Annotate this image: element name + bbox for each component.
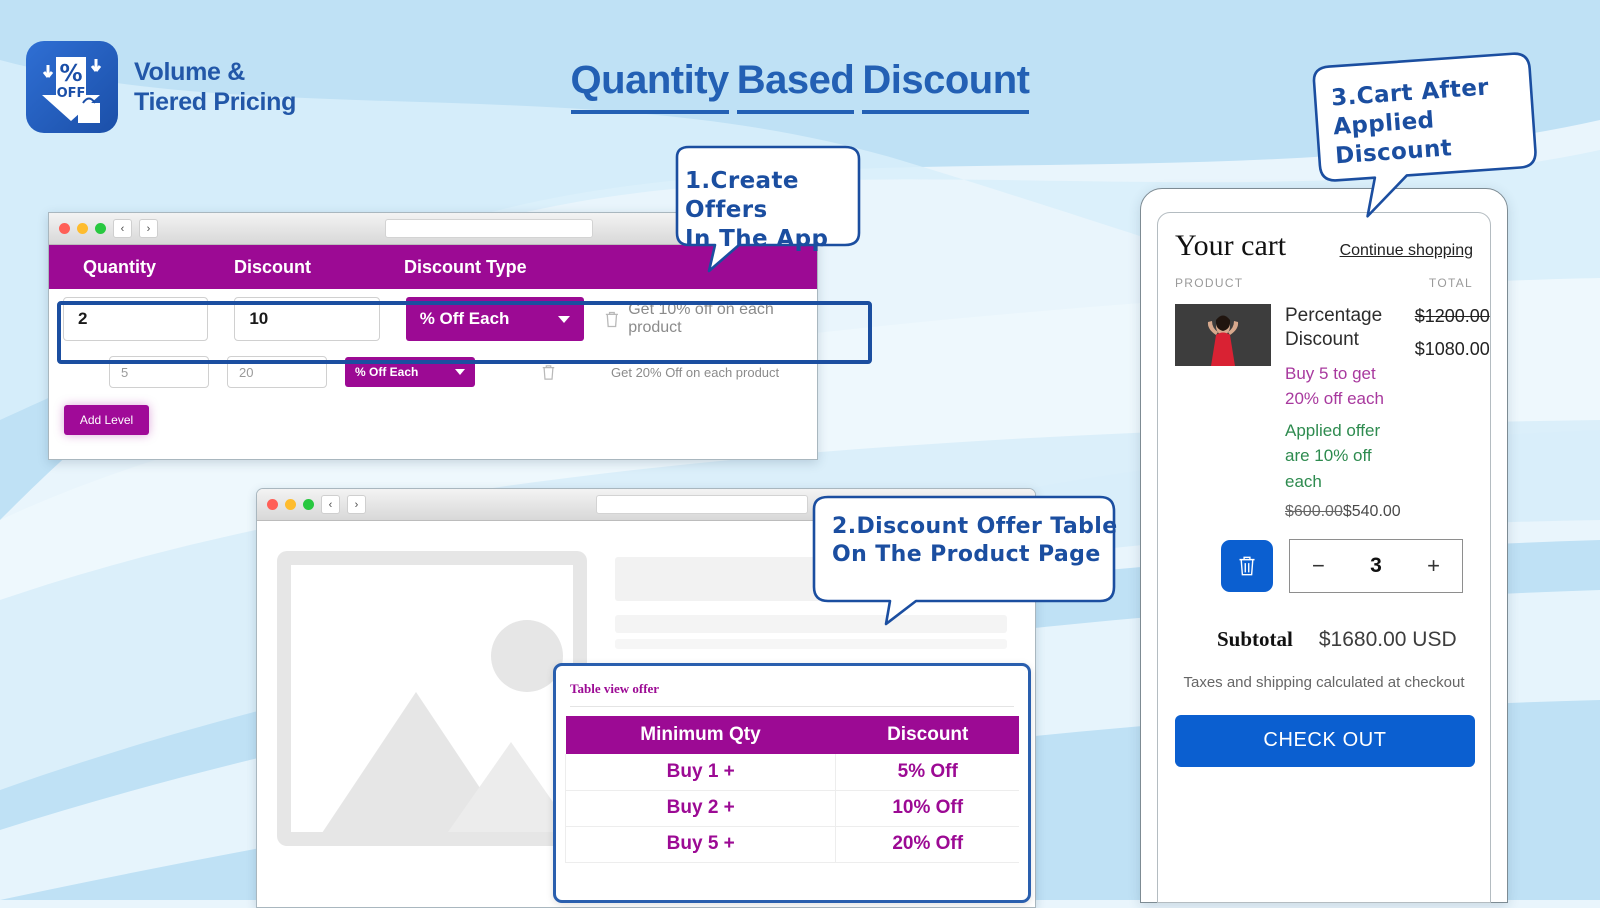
title-word-2: Based (736, 58, 855, 114)
column-header-discount: Discount (835, 716, 1019, 754)
cell-discount: 20% Off (835, 826, 1019, 863)
cart-item-applied-text: Applied offer are 10% off each (1285, 420, 1381, 491)
add-level-button[interactable]: Add Level (64, 405, 149, 435)
offer-level-row: 5 20 % Off Each Get 20% Off on each prod… (49, 349, 817, 395)
column-header-total: TOTAL (1428, 276, 1473, 290)
cart-title: Your cart (1175, 229, 1287, 262)
cart-subtotal-row: Subtotal $1680.00 USD (1175, 627, 1473, 652)
back-nav-icon[interactable]: ‹ (113, 219, 132, 238)
table-row: Buy 2 + 10% Off (564, 790, 1019, 827)
level-hint-group: Get 10% off on each product (604, 301, 817, 337)
trash-icon[interactable] (604, 310, 620, 329)
discount-input[interactable]: 20 (227, 356, 327, 388)
callout-cart-after-discount: 3.Cart After Applied Discount (1307, 44, 1546, 225)
offer-card-title: Table view offer (570, 681, 660, 696)
discount-type-value: % Off Each (419, 309, 510, 328)
discount-type-select[interactable]: % Off Each (405, 297, 585, 341)
cell-qty: Buy 5 + (564, 826, 837, 863)
quantity-input[interactable]: 5 (109, 356, 209, 388)
close-window-dot[interactable] (267, 499, 278, 510)
chevron-down-icon (558, 315, 571, 323)
product-image-placeholder-icon (277, 551, 587, 846)
close-window-dot[interactable] (59, 223, 70, 234)
cart-item-details: Percentage Discount Buy 5 to get 20% off… (1285, 304, 1401, 525)
maximize-window-dot[interactable] (303, 499, 314, 510)
minimize-window-dot[interactable] (285, 499, 296, 510)
unit-price-new: $540.00 (1342, 503, 1401, 520)
table-view-offer-card: Table view offer Minimum Qty Discount Bu… (553, 663, 1031, 903)
line-total-old: $1200.00 (1414, 306, 1490, 326)
cart-quantity-row: − 3 + (1175, 538, 1473, 593)
column-header-quantity: Quantity (83, 256, 157, 277)
callout-text: 1.Create Offers In The App (685, 168, 829, 252)
back-nav-icon[interactable]: ‹ (321, 495, 340, 514)
offer-level-row: 2 10 % Off Each Get 10% off on each prod… (49, 289, 817, 349)
quantity-decrement-button[interactable]: − (1312, 553, 1325, 579)
level-hint-group: Get 20% Off on each product (541, 364, 779, 381)
table-header-row: Minimum Qty Discount (565, 716, 1019, 754)
level-hint-text: Get 10% off on each product (628, 301, 774, 336)
cell-qty: Buy 1 + (564, 754, 837, 791)
subtotal-label: Subtotal (1217, 626, 1293, 651)
minimize-window-dot[interactable] (77, 223, 88, 234)
product-thumbnail[interactable] (1175, 304, 1271, 366)
trash-icon (1239, 556, 1255, 575)
cart-item-name: Percentage Discount (1285, 305, 1383, 350)
line-total-new: $1080.00 (1414, 339, 1490, 359)
continue-shopping-link[interactable]: Continue shopping (1340, 242, 1473, 260)
checkout-button[interactable]: CHECK OUT (1175, 714, 1475, 767)
column-header-minimum-qty: Minimum Qty (565, 716, 837, 754)
discount-type-value: % Off Each (355, 365, 419, 379)
cart-line-item: Percentage Discount Buy 5 to get 20% off… (1175, 304, 1490, 525)
table-row: Buy 5 + 20% Off (564, 826, 1019, 863)
quantity-increment-button[interactable]: + (1427, 553, 1440, 579)
table-row: Buy 1 + 5% Off (564, 754, 1019, 791)
subtotal-value: $1680.00 USD (1318, 627, 1457, 651)
skeleton-line (615, 639, 1007, 649)
column-header-discount: Discount (234, 256, 312, 277)
cell-discount: 5% Off (835, 754, 1019, 791)
callout-text: 3.Cart After Applied Discount (1330, 74, 1490, 169)
chevron-down-icon (455, 369, 465, 375)
discount-type-select[interactable]: % Off Each (345, 357, 475, 387)
title-word-3: Discount (862, 58, 1030, 114)
cart-column-headers: PRODUCT TOTAL (1175, 276, 1473, 290)
level-hint-text: Get 20% Off on each product (611, 364, 780, 380)
divider (570, 706, 1014, 707)
trash-icon[interactable] (541, 364, 556, 381)
callout-text: 2.Discount Offer Table On The Product Pa… (832, 514, 1118, 567)
title-word-1: Quantity (570, 58, 729, 114)
callout-create-offers: 1.Create Offers In The App (663, 143, 871, 273)
cart-item-total: $1200.00 $1080.00 (1415, 304, 1490, 525)
cart-panel: Your cart Continue shopping PRODUCT TOTA… (1157, 212, 1491, 903)
taxes-note: Taxes and shipping calculated at checkou… (1183, 673, 1465, 691)
discount-input[interactable]: 10 (234, 297, 380, 341)
maximize-window-dot[interactable] (95, 223, 106, 234)
address-bar-input[interactable] (596, 495, 808, 514)
address-bar-input[interactable] (384, 219, 594, 238)
quantity-input[interactable]: 2 (63, 297, 209, 341)
quantity-value: 3 (1370, 553, 1382, 577)
cell-qty: Buy 2 + (564, 790, 837, 827)
quantity-stepper[interactable]: − 3 + (1289, 538, 1463, 593)
callout-discount-offer-table: 2.Discount Offer Table On The Product Pa… (808, 491, 1120, 626)
unit-price-old: $600.00 (1285, 503, 1343, 520)
column-header-product: PRODUCT (1175, 276, 1244, 290)
cart-item-offer-text: Buy 5 to get 20% off each (1285, 363, 1384, 409)
remove-item-button[interactable] (1221, 539, 1273, 592)
forward-nav-icon[interactable]: › (347, 495, 366, 514)
discount-offer-table: Minimum Qty Discount Buy 1 + 5% Off Buy … (564, 716, 1019, 863)
cart-item-unit-prices: $600.00$540.00 (1285, 499, 1401, 525)
forward-nav-icon[interactable]: › (139, 219, 158, 238)
cell-discount: 10% Off (835, 790, 1019, 827)
